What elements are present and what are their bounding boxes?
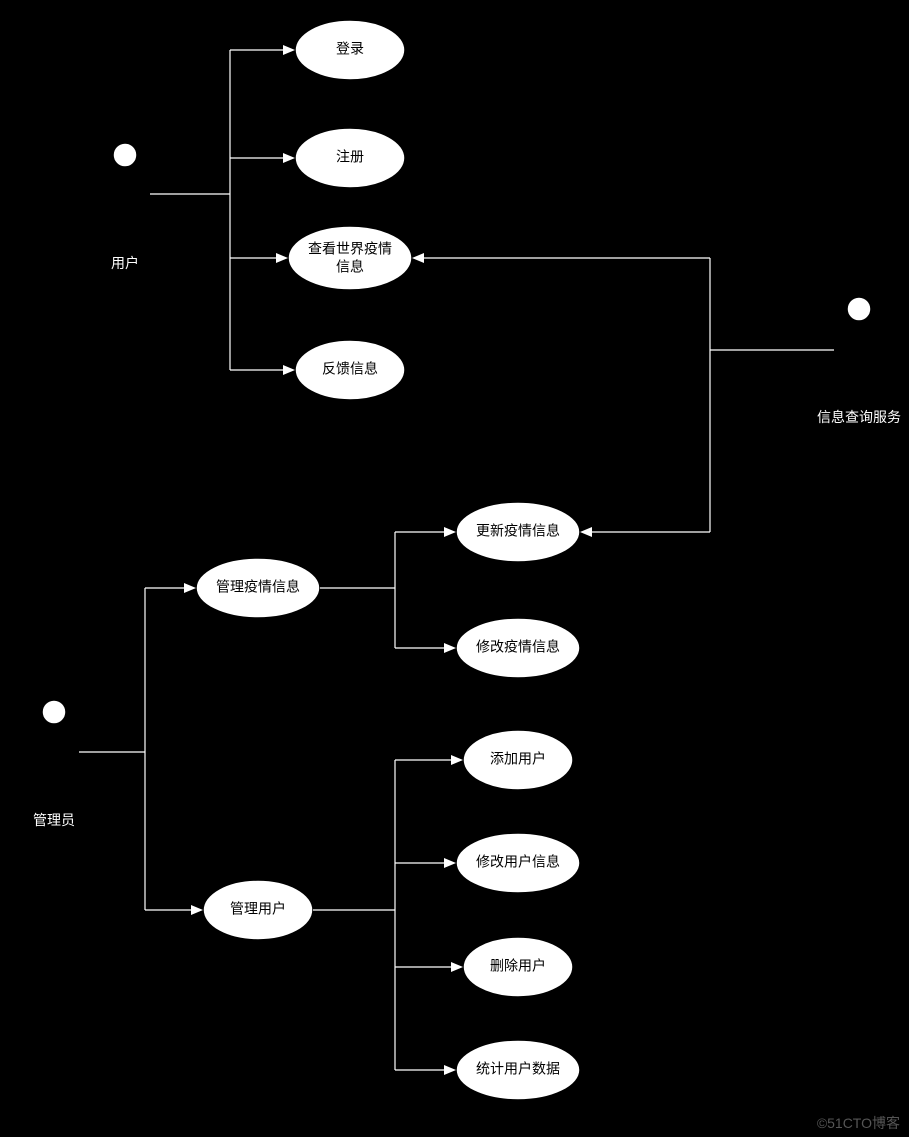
usecase-view-world-label-l2: 信息 [336,259,364,275]
conn-user-viewworld [230,253,288,263]
usecase-modify-user-label: 修改用户信息 [476,854,560,870]
conn-manageepidemic-update [395,527,456,537]
usecase-manage-user: 管理用户 [203,880,313,940]
usecase-manage-epidemic-label: 管理疫情信息 [216,579,300,595]
actor-infoservice: 信息查询服务 [817,297,901,425]
usecase-modify-epidemic: 修改疫情信息 [456,618,580,678]
usecase-add-user-label: 添加用户 [490,751,546,767]
actor-admin-label: 管理员 [33,812,75,828]
conn-manageepidemic-modify [395,643,456,653]
usecase-modify-epidemic-label: 修改疫情信息 [476,639,560,655]
conn-user-feedback [230,365,295,375]
usecase-stats-user: 统计用户数据 [456,1040,580,1100]
conn-infoservice-viewworld [412,253,710,263]
conn-user-register [230,153,295,163]
usecase-add-user: 添加用户 [463,730,573,790]
usecase-view-world: 查看世界疫情 信息 [288,226,412,290]
usecase-register: 注册 [295,128,405,188]
usecase-feedback: 反馈信息 [295,340,405,400]
actor-user-label: 用户 [111,255,139,271]
usecase-view-world-label-l1: 查看世界疫情 [308,241,392,257]
usecase-manage-epidemic: 管理疫情信息 [196,558,320,618]
conn-infoservice-update [580,527,710,537]
usecase-update-epidemic-label: 更新疫情信息 [476,523,560,539]
conn-manageuser-delete [395,962,463,972]
conn-manageuser-stats [395,1065,456,1075]
watermark: ©51CTO博客 [817,1115,900,1131]
usecase-update-epidemic: 更新疫情信息 [456,502,580,562]
usecase-feedback-label: 反馈信息 [322,361,378,377]
usecase-modify-user: 修改用户信息 [456,833,580,893]
usecase-register-label: 注册 [336,149,364,165]
usecase-login-label: 登录 [336,41,364,57]
conn-admin-manageuser [145,905,203,915]
actor-infoservice-label: 信息查询服务 [817,409,901,425]
usecase-stats-user-label: 统计用户数据 [476,1061,560,1077]
actor-user: 用户 [100,143,150,271]
usecase-delete-user: 删除用户 [463,937,573,997]
conn-user-login [230,45,295,55]
actor-admin: 管理员 [29,700,79,828]
conn-manageuser-modify [395,858,456,868]
use-case-diagram: 用户 管理员 信息查询服务 登录 注册 查看世界疫情 信息 反馈信息 [0,0,909,1137]
usecase-delete-user-label: 删除用户 [490,958,546,974]
usecase-manage-user-label: 管理用户 [230,901,286,917]
conn-manageuser-add [395,755,463,765]
usecase-login: 登录 [295,20,405,80]
conn-admin-manageepidemic [145,583,196,593]
